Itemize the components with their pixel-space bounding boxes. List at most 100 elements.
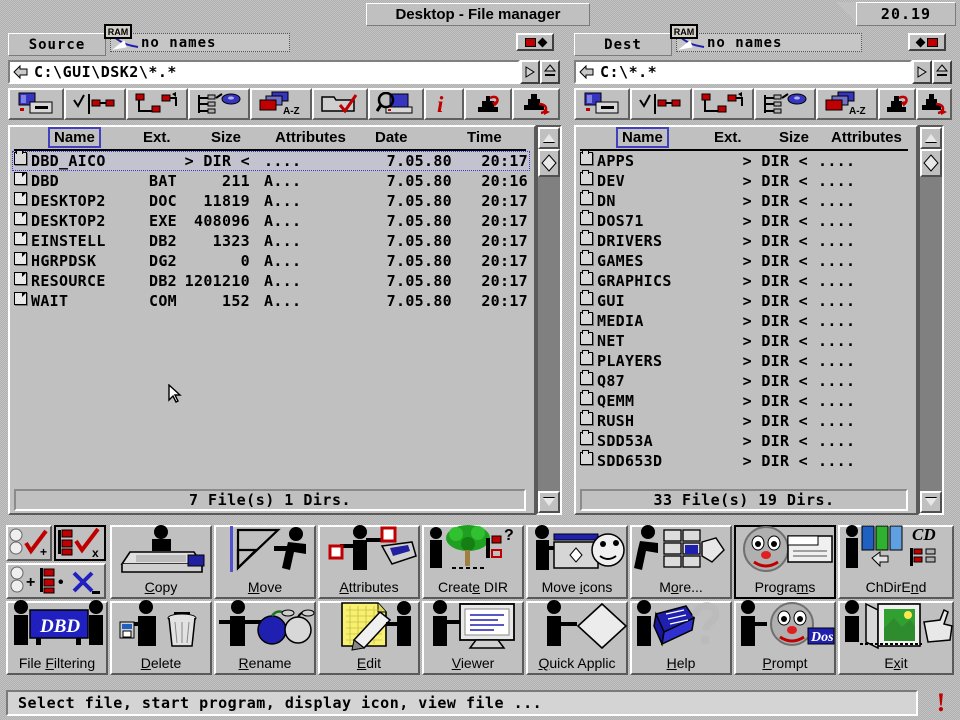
table-row[interactable]: DBD BAT 211 A... 7.05.80 20:16 [12, 171, 530, 191]
cell-size: > DIR < [742, 292, 808, 310]
drive-computer-icon-button[interactable] [574, 88, 630, 120]
refresh-panel-icon-button[interactable] [916, 88, 952, 120]
table-row[interactable]: DRIVERS > DIR <.... [578, 230, 912, 251]
file-filtering-button[interactable]: DBD File Filtering [6, 600, 108, 675]
folder-icon [580, 330, 593, 345]
dest-panel-mode-button[interactable] [908, 33, 946, 51]
file-icon [14, 272, 27, 285]
table-row[interactable]: DESKTOP2 EXE 408096 A... 7.05.80 20:17 [12, 211, 530, 231]
exit-button[interactable]: Exit [838, 600, 954, 675]
copy-button[interactable]: Copy [110, 525, 212, 599]
table-row[interactable]: HGRPDSK DG2 0 A... 7.05.80 20:17 [12, 251, 530, 271]
dest-scroll-thumb[interactable] [920, 149, 942, 177]
delete-button[interactable]: Delete [110, 600, 212, 675]
column-header-time[interactable]: Time [467, 129, 502, 146]
table-row[interactable]: RUSH > DIR <.... [578, 410, 912, 431]
sort-az-icon-button[interactable]: A-Z [816, 88, 878, 120]
table-row[interactable]: SDD53A > DIR <.... [578, 430, 912, 451]
source-file-list[interactable]: DBD_AICO > DIR <.... 7.05.80 20:17 DBD BAT 211… [12, 151, 530, 483]
help-button[interactable]: Help [630, 600, 732, 675]
dest-scroll-up-button[interactable] [920, 127, 942, 149]
table-row[interactable]: GUI > DIR <.... [578, 290, 912, 311]
tree-branch-icon-button[interactable] [692, 88, 754, 120]
deselect-check-x-button[interactable]: x [54, 525, 106, 561]
folder-check-icon-button[interactable] [312, 88, 368, 120]
create-dir-button[interactable]: ? Create DIR [422, 525, 524, 599]
table-row[interactable]: DEV > DIR <.... [578, 170, 912, 191]
column-header-date[interactable]: Date [375, 129, 408, 146]
source-scroll-up-button[interactable] [538, 127, 560, 149]
column-header-ext[interactable]: Ext. [143, 129, 171, 146]
cell-date: 7.05.80 [386, 252, 452, 270]
edit-button[interactable]: Edit [318, 601, 420, 675]
dest-scroll-down-button[interactable] [920, 491, 942, 513]
column-header-size[interactable]: Size [779, 129, 809, 146]
quick-applic-button[interactable]: Quick Applic [526, 600, 628, 675]
back-arrow-icon[interactable] [578, 62, 596, 82]
column-header-name[interactable]: Name [616, 127, 669, 148]
sort-az-icon-button[interactable]: A-Z [250, 88, 312, 120]
viewer-button[interactable]: Viewer [422, 600, 524, 675]
column-header-attributes[interactable]: Attributes [831, 129, 902, 146]
find-computer-icon-button[interactable] [368, 88, 424, 120]
source-path-history-button[interactable] [540, 60, 560, 84]
move-icons-button[interactable]: Move icons [526, 525, 628, 599]
move-button[interactable]: Move [214, 525, 316, 599]
table-row[interactable]: DOS71 > DIR <.... [578, 210, 912, 231]
sort-check-icon-button[interactable] [64, 88, 126, 120]
table-row[interactable]: NET > DIR <.... [578, 330, 912, 351]
table-row[interactable]: GAMES > DIR <.... [578, 250, 912, 271]
table-row[interactable]: APPS > DIR <.... [578, 151, 912, 171]
table-row[interactable]: DESKTOP2 DOC 11819 A... 7.05.80 20:17 [12, 191, 530, 211]
refresh-panel-icon-button[interactable] [512, 88, 560, 120]
table-row[interactable]: RESOURCE DB2 1201210 A... 7.05.80 20:17 [12, 271, 530, 291]
column-header-ext[interactable]: Ext. [714, 129, 742, 146]
select-add-button[interactable]: + [6, 525, 52, 561]
swap-panels-icon-button[interactable] [878, 88, 916, 120]
drive-computer-icon-button[interactable] [8, 88, 64, 120]
prompt-button[interactable]: Dos Prompt [734, 600, 836, 675]
dest-scrollbar[interactable] [918, 125, 944, 515]
select-invert-button[interactable]: + • [6, 563, 106, 599]
exclamation-icon[interactable]: ! [932, 688, 950, 717]
dest-file-list[interactable]: APPS > DIR <.... DEV > DIR <.... DN > DIR <..… [578, 151, 912, 483]
file-filtering-label: File Filtering [18, 655, 96, 671]
more-button[interactable]: More... [630, 525, 732, 599]
source-panel-mode-button[interactable] [516, 33, 554, 51]
programs-button[interactable]: Programs [734, 525, 836, 599]
source-scrollbar[interactable] [536, 125, 562, 515]
back-arrow-icon[interactable] [12, 62, 30, 82]
sort-check-icon-button[interactable] [630, 88, 692, 120]
source-path-dropdown-button[interactable] [520, 60, 540, 84]
table-row[interactable]: WAIT COM 152 A... 7.05.80 20:17 [12, 291, 530, 311]
column-header-size[interactable]: Size [211, 129, 241, 146]
tree-disk-icon-button[interactable] [754, 88, 816, 120]
swap-panels-icon-button[interactable] [464, 88, 512, 120]
table-row[interactable]: Q87 > DIR <.... [578, 370, 912, 391]
info-icon-button[interactable]: i [424, 88, 464, 120]
cell-name: QEMM [597, 392, 635, 410]
column-header-attributes[interactable]: Attributes [275, 129, 346, 146]
attributes-button[interactable]: Attributes [318, 525, 420, 599]
table-row[interactable]: PLAYERS > DIR <.... [578, 350, 912, 371]
table-row[interactable]: EINSTELL DB2 1323 A... 7.05.80 20:17 [12, 231, 530, 251]
dest-path-history-button[interactable] [932, 60, 952, 84]
rename-button[interactable]: Rename [214, 600, 316, 675]
table-row[interactable]: DBD_AICO > DIR <.... 7.05.80 20:17 [12, 151, 530, 171]
dest-path-input[interactable]: C:\*.* [574, 60, 912, 84]
dest-path-dropdown-button[interactable] [912, 60, 932, 84]
tree-disk-icon [198, 93, 241, 114]
source-scroll-thumb[interactable] [538, 149, 560, 177]
table-row[interactable]: GRAPHICS > DIR <.... [578, 270, 912, 291]
table-row[interactable]: MEDIA > DIR <.... [578, 310, 912, 331]
cell-attr: A... [264, 212, 302, 230]
source-path-input[interactable]: C:\GUI\DSK2\*.* [8, 60, 520, 84]
tree-disk-icon-button[interactable] [188, 88, 250, 120]
tree-branch-icon-button[interactable] [126, 88, 188, 120]
source-scroll-down-button[interactable] [538, 491, 560, 513]
column-header-name[interactable]: Name [48, 127, 101, 148]
table-row[interactable]: DN > DIR <.... [578, 190, 912, 211]
chdirend-button[interactable]: CD ChDirEnd [838, 525, 954, 599]
table-row[interactable]: QEMM > DIR <.... [578, 390, 912, 411]
table-row[interactable]: SDD653D > DIR <.... [578, 450, 912, 471]
